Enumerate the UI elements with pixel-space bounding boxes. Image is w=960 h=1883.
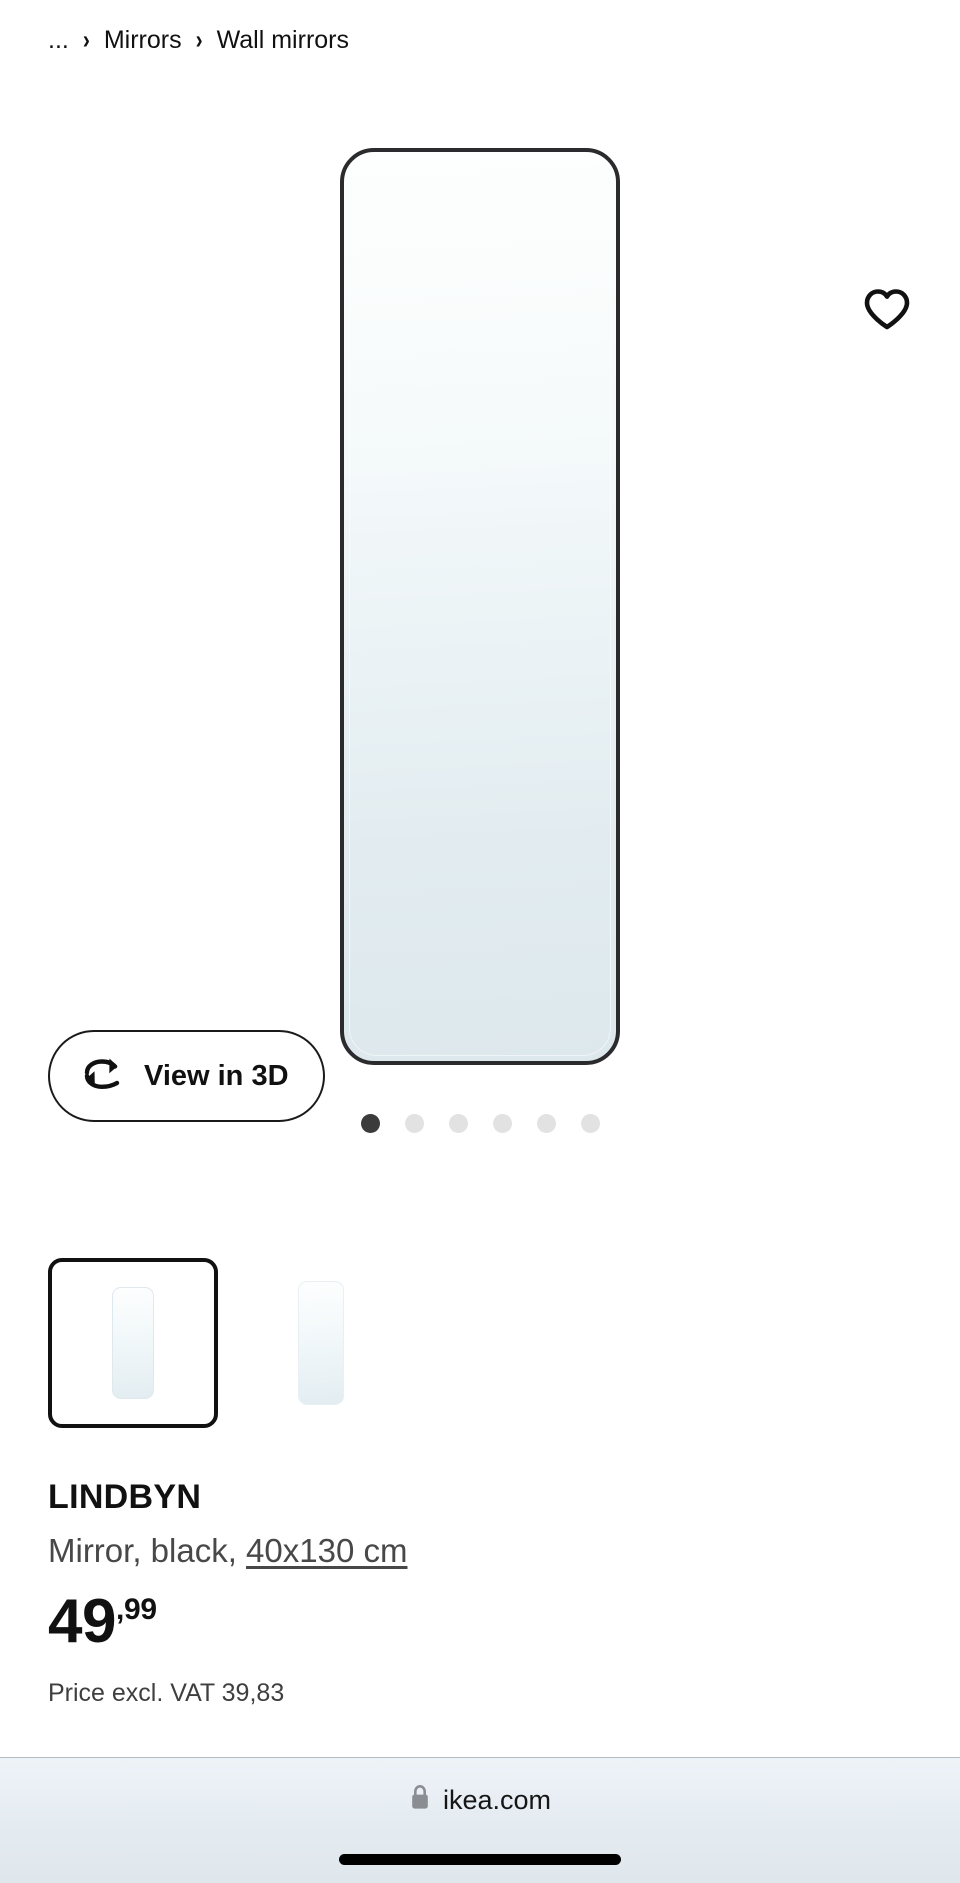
price-integer: 49 xyxy=(48,1586,116,1656)
view-in-3d-label: View in 3D xyxy=(144,1059,289,1092)
carousel-dot-6[interactable] xyxy=(580,1114,600,1133)
url-bar[interactable]: ikea.com xyxy=(0,1784,960,1816)
thumbnail-1[interactable] xyxy=(48,1258,218,1428)
heart-icon xyxy=(863,287,911,334)
product-price: 49 ,99 xyxy=(48,1586,908,1656)
thumbnail-2[interactable] xyxy=(236,1258,406,1428)
price-decimal: ,99 xyxy=(115,1592,157,1626)
breadcrumb-ellipsis[interactable]: ... xyxy=(48,28,69,53)
carousel-dot-4[interactable] xyxy=(492,1114,512,1133)
browser-bottom-bar: ikea.com xyxy=(0,1757,960,1883)
product-image-mirror[interactable] xyxy=(340,148,620,1065)
chevron-right-icon: › xyxy=(195,26,203,55)
price-excl-vat: Price excl. VAT 39,83 xyxy=(48,1678,285,1707)
product-info: LINDBYN Mirror, black, 40x130 cm 49 ,99 … xyxy=(48,1478,908,1708)
thumbnail-1-image xyxy=(112,1287,154,1399)
breadcrumb-wall-mirrors[interactable]: Wall mirrors xyxy=(217,28,349,53)
url-text: ikea.com xyxy=(442,1784,552,1815)
breadcrumb-mirrors[interactable]: Mirrors xyxy=(104,28,182,53)
carousel-dot-5[interactable] xyxy=(536,1114,556,1133)
product-description-text: Mirror, black, xyxy=(48,1532,247,1570)
carousel-dots[interactable] xyxy=(0,1114,960,1133)
product-gallery[interactable]: View in 3D xyxy=(0,90,960,1122)
carousel-dot-2[interactable] xyxy=(404,1114,424,1133)
product-name: LINDBYN xyxy=(48,1478,202,1516)
home-indicator[interactable] xyxy=(339,1854,621,1865)
product-page: ... › Mirrors › Wall mirrors View in 3D xyxy=(0,0,960,1883)
rotate-360-icon xyxy=(80,1055,124,1097)
lock-icon xyxy=(409,1784,431,1816)
thumbnail-strip[interactable] xyxy=(48,1258,406,1428)
carousel-dot-1[interactable] xyxy=(360,1114,380,1133)
favorite-button[interactable] xyxy=(852,275,922,345)
product-size-link[interactable]: 40x130 cm xyxy=(246,1532,407,1569)
product-description: Mirror, black, 40x130 cm xyxy=(48,1531,908,1571)
breadcrumb: ... › Mirrors › Wall mirrors xyxy=(48,26,349,55)
carousel-dot-3[interactable] xyxy=(448,1114,468,1133)
view-in-3d-button[interactable]: View in 3D xyxy=(48,1030,325,1122)
thumbnail-2-image xyxy=(298,1281,344,1405)
chevron-right-icon: › xyxy=(82,26,90,55)
